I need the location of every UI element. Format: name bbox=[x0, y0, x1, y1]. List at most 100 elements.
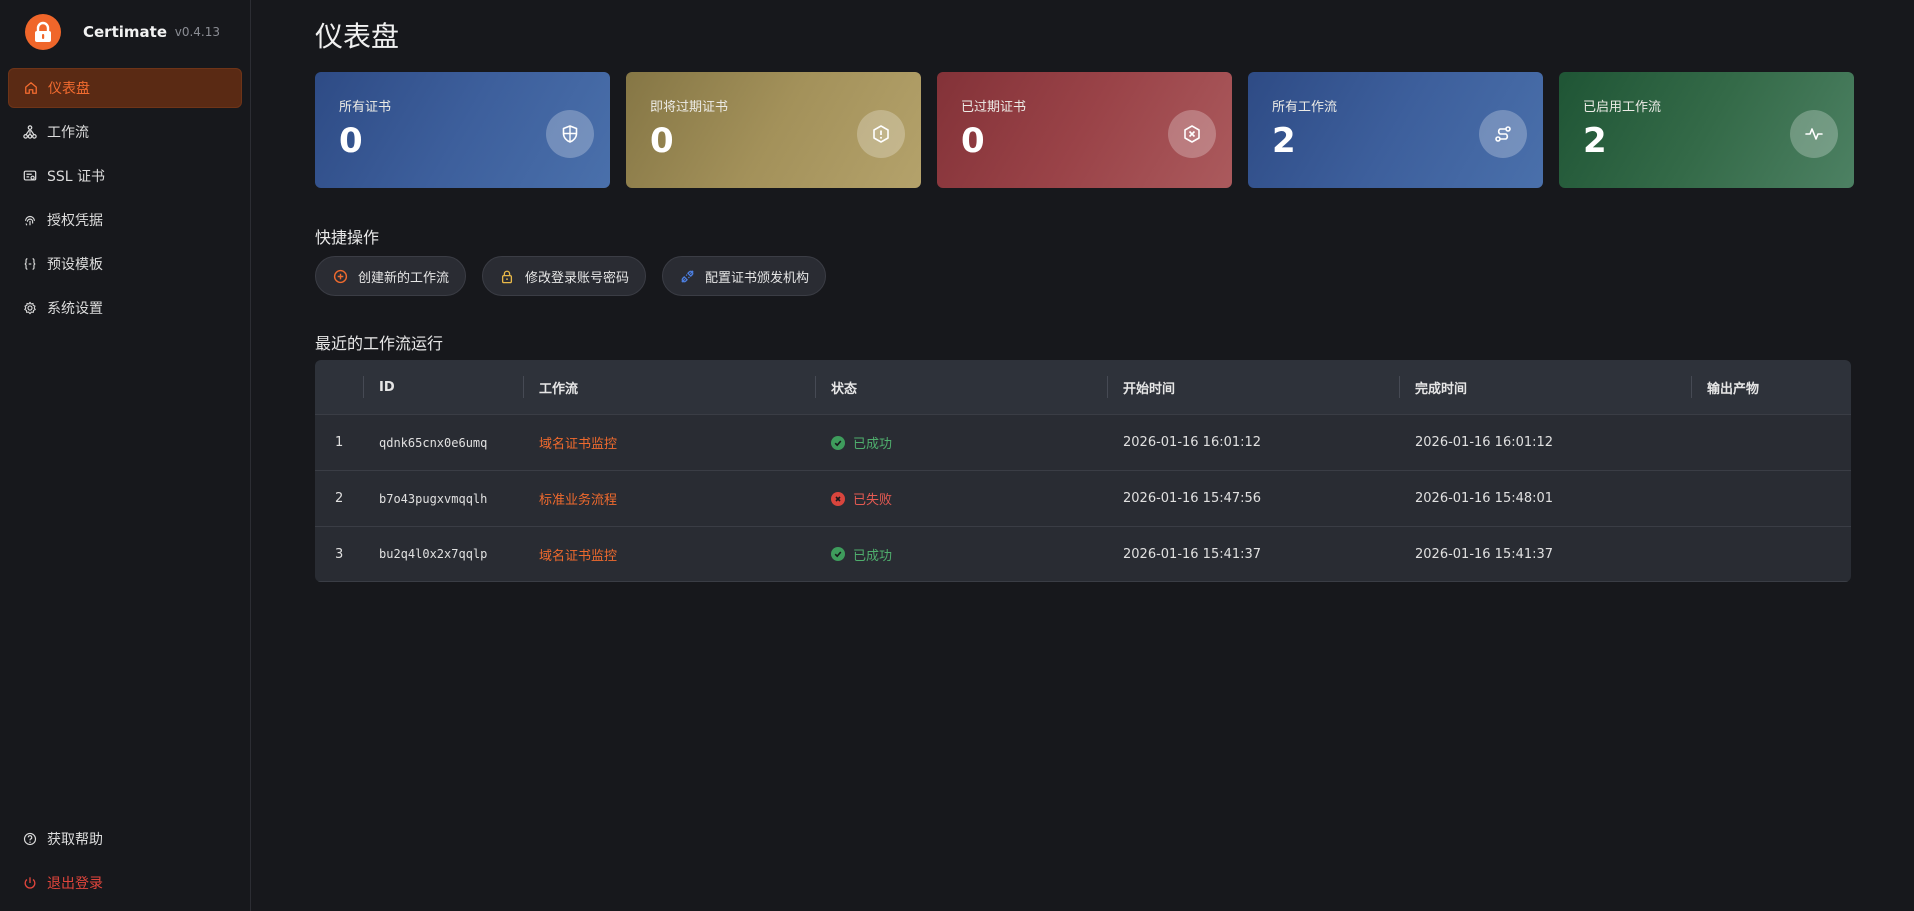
workflow-icon bbox=[22, 124, 38, 140]
lock-logo-icon[interactable] bbox=[25, 14, 61, 50]
sidebar-item-label: 授权凭据 bbox=[47, 213, 103, 229]
sidebar-item-ssl-certificates[interactable]: SSL 证书 bbox=[8, 156, 242, 196]
sidebar-bottom: 获取帮助 退出登录 bbox=[8, 819, 242, 907]
cell-id: b7o43pugxvmqqlh bbox=[379, 491, 488, 506]
cell-start-time: 2026-01-16 15:41:37 bbox=[1123, 546, 1262, 562]
x-circle-icon bbox=[831, 491, 845, 506]
stat-label: 即将过期证书 bbox=[650, 100, 729, 115]
sidebar-item-credentials[interactable]: 授权凭据 bbox=[8, 200, 242, 240]
home-icon bbox=[23, 80, 39, 96]
sidebar-item-workflows[interactable]: 工作流 bbox=[8, 112, 242, 152]
sidebar-nav: 仪表盘 工作流 SSL 证书 授权凭据 预设模板 系统设置 bbox=[0, 64, 250, 328]
sidebar-item-label: 系统设置 bbox=[47, 301, 103, 317]
brand-name: Certimate bbox=[83, 23, 167, 41]
recent-runs-title: 最近的工作流运行 bbox=[315, 334, 444, 353]
cell-end-time: 2026-01-16 15:41:37 bbox=[1415, 546, 1554, 562]
stat-label: 所有工作流 bbox=[1272, 100, 1338, 115]
app-window: Certimate v0.4.13 仪表盘 工作流 SSL 证书 授权凭据 预设… bbox=[0, 0, 1914, 911]
help-icon bbox=[22, 831, 38, 847]
cell-start-time: 2026-01-16 15:47:56 bbox=[1123, 491, 1262, 506]
cell-workflow: 域名证书监控 bbox=[523, 433, 815, 452]
column-header-workflow: 工作流 bbox=[523, 360, 815, 414]
column-header-output: 输出产物 bbox=[1691, 360, 1851, 414]
change-password-button[interactable]: 修改登录账号密码 bbox=[482, 256, 647, 296]
cell-start-time: 2026-01-16 16:01:12 bbox=[1123, 435, 1262, 450]
column-header-id: ID bbox=[363, 360, 523, 414]
button-label: 修改登录账号密码 bbox=[525, 270, 630, 286]
brand: Certimate v0.4.13 bbox=[0, 0, 250, 64]
create-workflow-button[interactable]: 创建新的工作流 bbox=[315, 256, 467, 296]
cell-index: 2 bbox=[335, 491, 344, 506]
stat-card-all-workflows[interactable]: 所有工作流 2 bbox=[1248, 72, 1543, 188]
stat-card-all-certificates[interactable]: 所有证书 0 bbox=[315, 72, 610, 188]
alert-icon bbox=[857, 110, 905, 158]
sidebar-item-dashboard[interactable]: 仪表盘 bbox=[8, 68, 242, 108]
column-header-end-time: 完成时间 bbox=[1399, 360, 1691, 414]
configure-ca-button[interactable]: 配置证书颁发机构 bbox=[662, 256, 827, 296]
button-label: 配置证书颁发机构 bbox=[705, 270, 810, 286]
cell-status: 已成功 bbox=[815, 545, 1107, 564]
status-badge: 已失败 bbox=[831, 489, 892, 508]
lock-icon bbox=[499, 268, 515, 284]
cell-status: 已失败 bbox=[815, 489, 1107, 508]
main-content: 仪表盘 所有证书 0 即将过期证书 0 已过期证书 0 所有工作流 2 已启用工… bbox=[251, 0, 1914, 911]
sidebar-item-label: SSL 证书 bbox=[47, 169, 106, 185]
stat-card-expired-certificates[interactable]: 已过期证书 0 bbox=[937, 72, 1232, 188]
plug-icon bbox=[679, 268, 695, 284]
quick-actions-title: 快捷操作 bbox=[315, 228, 380, 247]
sidebar-item-label: 退出登录 bbox=[47, 876, 103, 892]
shield-icon bbox=[546, 110, 594, 158]
stats-row: 所有证书 0 即将过期证书 0 已过期证书 0 所有工作流 2 已启用工作流 2 bbox=[315, 72, 1854, 188]
button-label: 创建新的工作流 bbox=[358, 270, 450, 286]
certificate-icon bbox=[22, 168, 38, 184]
stat-label: 已过期证书 bbox=[961, 100, 1027, 115]
workflow-link[interactable]: 域名证书监控 bbox=[539, 545, 617, 564]
gear-icon bbox=[22, 300, 38, 316]
status-badge: 已成功 bbox=[831, 433, 892, 452]
cell-workflow: 标准业务流程 bbox=[523, 489, 815, 508]
hexagon-x-icon bbox=[1168, 110, 1216, 158]
route-icon bbox=[1479, 110, 1527, 158]
sidebar-item-label: 工作流 bbox=[47, 125, 89, 141]
brand-version: v0.4.13 bbox=[174, 25, 220, 39]
cell-status: 已成功 bbox=[815, 433, 1107, 452]
cell-index: 1 bbox=[335, 435, 344, 450]
cell-workflow: 域名证书监控 bbox=[523, 545, 815, 564]
cell-id: bu2q4l0x2x7qqlp bbox=[379, 547, 488, 561]
sidebar-item-label: 预设模板 bbox=[47, 257, 103, 273]
sidebar-item-settings[interactable]: 系统设置 bbox=[8, 288, 242, 328]
cell-end-time: 2026-01-16 15:48:01 bbox=[1415, 491, 1554, 506]
sidebar-item-logout[interactable]: 退出登录 bbox=[8, 863, 242, 903]
stat-card-enabled-workflows[interactable]: 已启用工作流 2 bbox=[1559, 72, 1854, 188]
plus-circle-icon bbox=[332, 268, 348, 284]
column-header-start-time: 开始时间 bbox=[1107, 360, 1399, 414]
table-header: ID 工作流 状态 开始时间 完成时间 输出产物 bbox=[315, 360, 1851, 414]
table-row[interactable]: 1 qdnk65cnx0e6umq 域名证书监控 已成功 2026-01-16 … bbox=[315, 414, 1851, 470]
fingerprint-icon bbox=[22, 212, 38, 228]
workflow-link[interactable]: 标准业务流程 bbox=[539, 489, 617, 508]
status-label: 已成功 bbox=[853, 548, 893, 564]
column-header-index bbox=[315, 360, 363, 414]
status-badge: 已成功 bbox=[831, 545, 892, 564]
table-row[interactable]: 2 b7o43pugxvmqqlh 标准业务流程 已失败 2026-01-16 … bbox=[315, 470, 1851, 526]
check-circle-icon bbox=[831, 547, 845, 561]
status-label: 已失败 bbox=[853, 493, 893, 508]
sidebar: Certimate v0.4.13 仪表盘 工作流 SSL 证书 授权凭据 预设… bbox=[0, 0, 251, 911]
braces-icon bbox=[22, 256, 38, 272]
workflow-runs-table: ID 工作流 状态 开始时间 完成时间 输出产物 1 qdnk65cnx0e6u… bbox=[315, 360, 1851, 582]
column-header-status: 状态 bbox=[815, 360, 1107, 414]
sidebar-item-templates[interactable]: 预设模板 bbox=[8, 244, 242, 284]
sidebar-item-label: 仪表盘 bbox=[48, 81, 90, 97]
page-title: 仪表盘 bbox=[315, 20, 400, 53]
cell-id: qdnk65cnx0e6umq bbox=[379, 435, 488, 450]
quick-actions: 创建新的工作流 修改登录账号密码 配置证书颁发机构 bbox=[315, 256, 1854, 296]
workflow-link[interactable]: 域名证书监控 bbox=[539, 433, 617, 452]
sidebar-item-help[interactable]: 获取帮助 bbox=[8, 819, 242, 859]
stat-label: 所有证书 bbox=[339, 100, 392, 115]
table-row[interactable]: 3 bu2q4l0x2x7qqlp 域名证书监控 已成功 2026-01-16 … bbox=[315, 526, 1851, 582]
cell-end-time: 2026-01-16 16:01:12 bbox=[1415, 435, 1554, 450]
stat-label: 已启用工作流 bbox=[1583, 100, 1662, 115]
power-icon bbox=[22, 875, 38, 891]
stat-card-expiring-certificates[interactable]: 即将过期证书 0 bbox=[626, 72, 921, 188]
cell-index: 3 bbox=[335, 546, 344, 562]
